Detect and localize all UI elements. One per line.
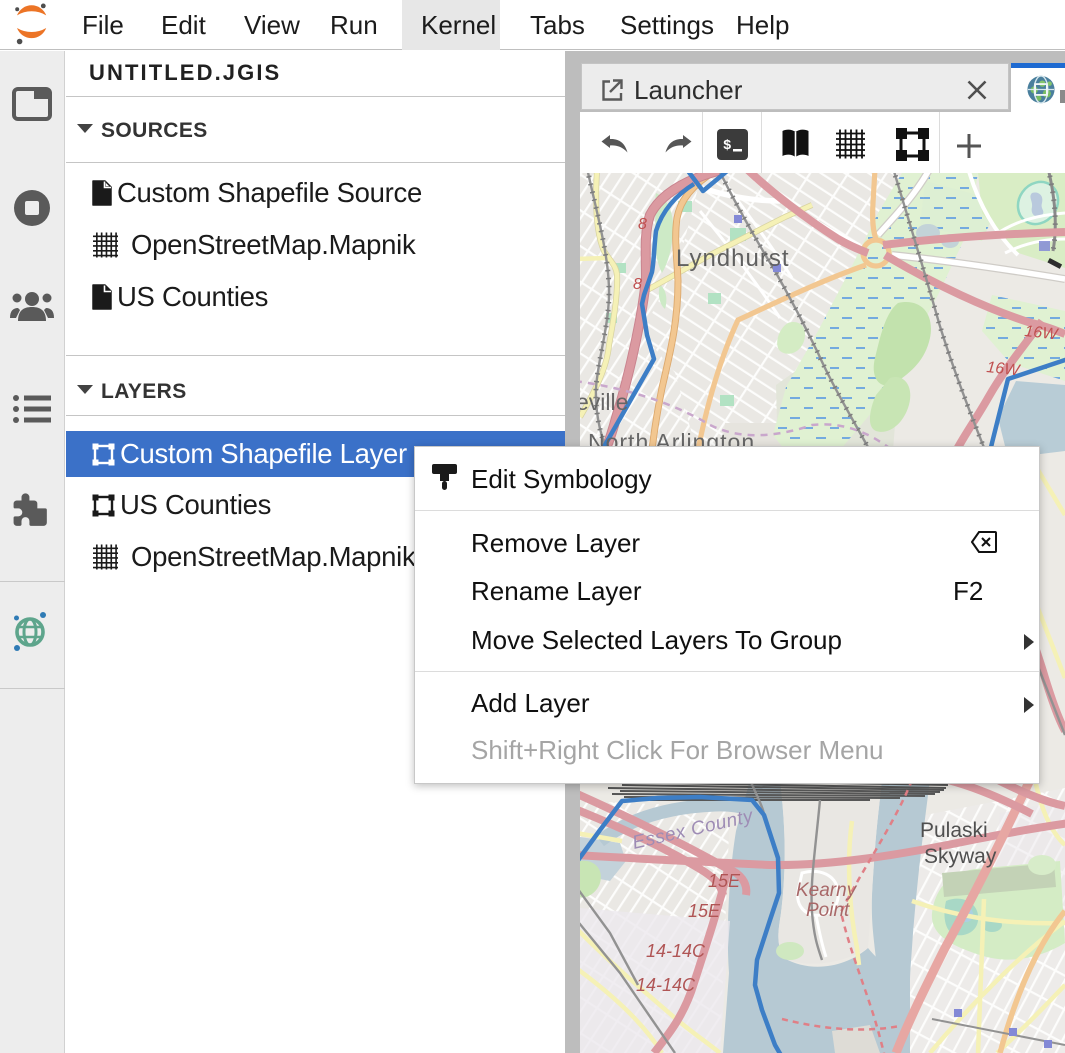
- svg-text:eville: eville: [580, 389, 628, 415]
- svg-text:8: 8: [633, 276, 642, 293]
- svg-text:Skyway: Skyway: [924, 845, 997, 868]
- svg-text:15E: 15E: [708, 871, 741, 891]
- svg-text:16W: 16W: [1024, 323, 1060, 344]
- svg-text:Kearny: Kearny: [796, 880, 858, 901]
- svg-text:Pulaski: Pulaski: [920, 819, 988, 842]
- svg-text:Point: Point: [806, 900, 850, 921]
- svg-text:$: $: [723, 138, 731, 154]
- svg-text:8: 8: [638, 216, 647, 233]
- svg-text:14-14C: 14-14C: [636, 975, 696, 995]
- svg-text:14-14C: 14-14C: [646, 941, 706, 961]
- svg-text:Lyndhurst: Lyndhurst: [676, 245, 790, 272]
- svg-text:16W: 16W: [986, 359, 1022, 380]
- svg-text:15E: 15E: [688, 901, 721, 921]
